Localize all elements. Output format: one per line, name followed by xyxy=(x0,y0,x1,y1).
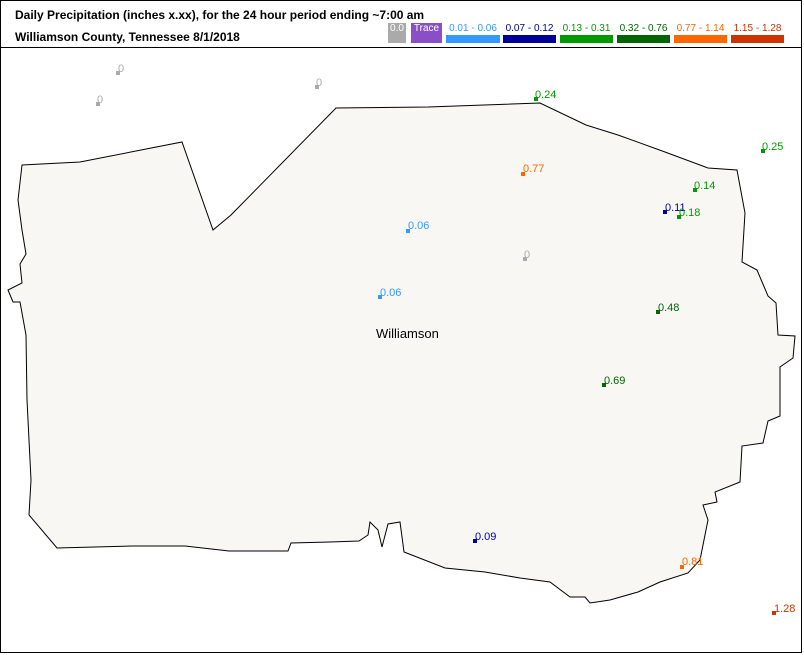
station-value: 0.77 xyxy=(523,163,544,175)
station-marker[interactable]: 0 xyxy=(315,77,322,89)
station-marker[interactable]: 0 xyxy=(116,63,124,75)
station-value: 0.81 xyxy=(682,556,703,568)
station-marker[interactable]: 0.18 xyxy=(677,207,700,219)
county-map: Williamson 0 0 0 0.24 0.25 0.77 0.14 0.1… xyxy=(7,63,796,615)
station-marker[interactable]: 0 xyxy=(523,249,530,261)
station-marker[interactable]: 0.09 xyxy=(473,531,496,543)
station-value: 0.24 xyxy=(535,89,556,101)
station-value: 0.48 xyxy=(658,302,679,314)
station-marker[interactable]: 0.06 xyxy=(378,287,401,299)
station-value: 0.06 xyxy=(380,287,401,299)
station-value: 1.28 xyxy=(774,603,795,615)
station-value: 0 xyxy=(524,249,530,261)
station-value: 0.06 xyxy=(408,220,429,232)
station-value: 0.25 xyxy=(762,141,783,153)
station-marker[interactable]: 0.25 xyxy=(761,141,783,153)
station-marker[interactable]: 0 xyxy=(96,94,103,106)
station-value: 0.69 xyxy=(604,375,625,387)
station-value: 0 xyxy=(316,77,322,89)
station-value: 0.14 xyxy=(694,180,715,192)
station-marker[interactable]: 0.24 xyxy=(534,89,556,101)
station-marker[interactable]: 0.48 xyxy=(656,302,679,314)
station-value: 0.18 xyxy=(679,207,700,219)
county-label: Williamson xyxy=(376,326,439,341)
station-marker[interactable]: 0.14 xyxy=(693,180,715,192)
station-marker[interactable]: 0.77 xyxy=(521,163,544,176)
station-marker[interactable]: 0.06 xyxy=(406,220,429,233)
county-boundary xyxy=(7,102,796,604)
station-marker[interactable]: 0.69 xyxy=(602,375,625,387)
station-value: 0 xyxy=(97,94,103,106)
station-marker[interactable]: 1.28 xyxy=(772,603,795,615)
station-value: 0.09 xyxy=(475,531,496,543)
station-marker[interactable]: 0.81 xyxy=(680,556,703,569)
station-value: 0 xyxy=(118,63,124,75)
